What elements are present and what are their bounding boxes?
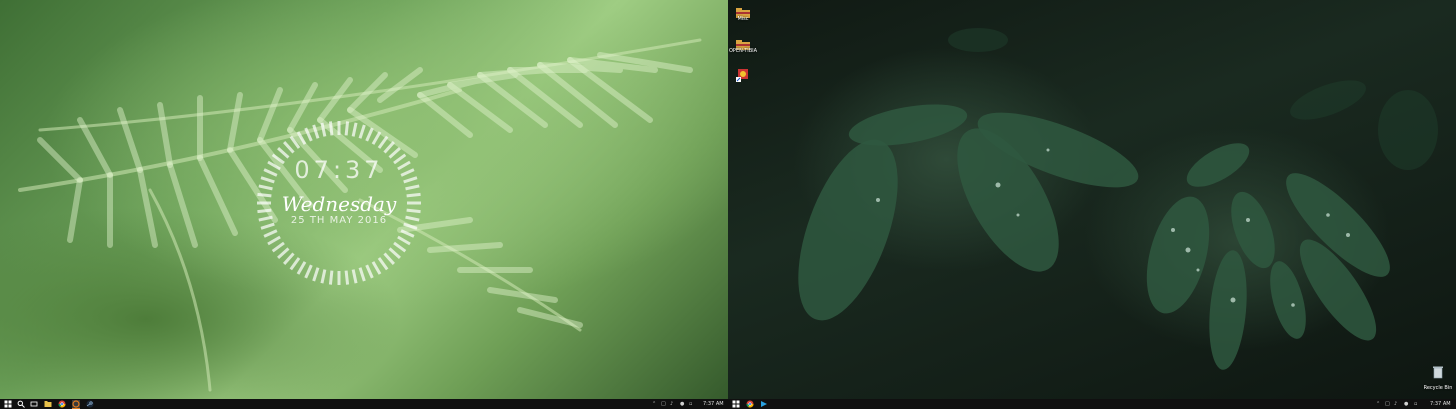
- app-shortcut-icon: [736, 67, 750, 82]
- app-icon-orange[interactable]: [72, 400, 80, 409]
- desktop-icon-label: OPEN-TIBIA: [729, 48, 758, 54]
- clock-tick: [312, 124, 320, 139]
- clock-tick: [393, 241, 407, 253]
- recycle-bin-icon: [1433, 366, 1443, 379]
- file-explorer-icon[interactable]: [44, 400, 52, 408]
- tray-app-icon[interactable]: ●: [1404, 400, 1408, 408]
- volume-icon[interactable]: ♪: [1394, 400, 1397, 408]
- desktop-folder-open-tibia[interactable]: OPEN-TIBIA: [729, 35, 757, 54]
- clock-tick: [351, 122, 358, 137]
- steam-icon[interactable]: [86, 400, 94, 408]
- clock-tick: [289, 257, 301, 271]
- clock-tick: [328, 121, 334, 136]
- clock-tick: [377, 135, 389, 149]
- tray-chevron-icon[interactable]: ⌃: [652, 400, 656, 408]
- windows-icon[interactable]: [4, 400, 12, 408]
- right-monitor: Misc OPEN-TIBIA Recycle Bin ⌃ □ ♪ ● ▫ 7:…: [728, 0, 1456, 409]
- clock-tick: [283, 252, 295, 265]
- wet-leaves: [798, 28, 1438, 370]
- chrome-icon[interactable]: [58, 400, 66, 408]
- desktop-app-shortcut[interactable]: [729, 67, 757, 82]
- clock-tick: [371, 131, 382, 145]
- chrome-icon[interactable]: [746, 400, 754, 408]
- clock-tick: [296, 131, 307, 145]
- windows-icon[interactable]: [732, 400, 740, 408]
- network-icon[interactable]: □: [1385, 400, 1390, 408]
- action-center-icon[interactable]: ▫: [1414, 400, 1417, 408]
- clock-date: 25 TH MAY 2016: [290, 215, 388, 226]
- network-icon[interactable]: □: [661, 400, 666, 408]
- clock-tick: [365, 264, 374, 279]
- clock-tick: [400, 229, 415, 238]
- clock-tick: [271, 241, 285, 253]
- taskbar-clock[interactable]: 7:37 AM: [1430, 400, 1451, 408]
- clock-tick: [358, 124, 366, 139]
- clock-day: Wednesday: [281, 192, 397, 216]
- clock-tick: [296, 261, 307, 275]
- clock-tick: [258, 184, 273, 191]
- clock-tick: [405, 184, 420, 191]
- clock-time: 07:37: [294, 156, 384, 184]
- clock-tick: [371, 261, 382, 275]
- app-icon-blue[interactable]: [760, 400, 768, 408]
- left-monitor: 07:37 Wednesday 25 TH MAY 2016 ⌃ □ ♪ ● ▫…: [0, 0, 728, 409]
- clock-tick: [351, 269, 358, 284]
- recycle-bin[interactable]: Recycle Bin: [1420, 364, 1456, 391]
- clock-tick: [344, 270, 350, 285]
- recycle-bin-label: Recycle Bin: [1423, 385, 1453, 391]
- clock-tick: [383, 252, 395, 265]
- clock-tick: [358, 267, 366, 282]
- taskbar-right: ⌃ □ ♪ ● ▫ 7:37 AM: [728, 399, 1456, 409]
- clock-tick: [304, 264, 313, 279]
- task-view-icon[interactable]: [30, 400, 38, 408]
- folder-icon: [736, 35, 750, 50]
- clock-tick: [312, 267, 320, 282]
- clock-tick: [344, 121, 350, 136]
- clock-tick: [304, 127, 313, 142]
- search-icon[interactable]: [17, 400, 25, 408]
- clock-tick: [283, 141, 295, 154]
- clock-tick: [320, 122, 327, 137]
- clock-widget: 07:37 Wednesday 25 TH MAY 2016: [244, 118, 434, 288]
- clock-tick: [267, 235, 281, 246]
- taskbar-clock[interactable]: 7:37 AM: [703, 400, 724, 408]
- clock-tick: [388, 247, 401, 259]
- clock-tick: [328, 270, 334, 285]
- volume-icon[interactable]: ♪: [670, 400, 673, 408]
- clock-tick: [397, 235, 411, 246]
- desktop-icon-label: Misc: [737, 16, 749, 22]
- desktop-folder-misc[interactable]: Misc: [729, 3, 757, 22]
- fern-wallpaper: 07:37 Wednesday 25 TH MAY 2016: [0, 0, 728, 399]
- clock-tick: [365, 127, 374, 142]
- clock-tick: [377, 257, 389, 271]
- action-center-icon[interactable]: ▫: [689, 400, 692, 408]
- clock-tick: [383, 141, 395, 154]
- folder-icon: [736, 3, 750, 18]
- clock-tick: [320, 269, 327, 284]
- clock-tick: [289, 135, 301, 149]
- clock-tick: [263, 229, 278, 238]
- tray-app-icon[interactable]: ●: [680, 400, 684, 408]
- leaves-wallpaper: [728, 0, 1456, 399]
- tray-chevron-icon[interactable]: ⌃: [1376, 400, 1380, 408]
- clock-tick: [277, 247, 290, 259]
- taskbar-left: ⌃ □ ♪ ● ▫ 7:37 AM: [0, 399, 728, 409]
